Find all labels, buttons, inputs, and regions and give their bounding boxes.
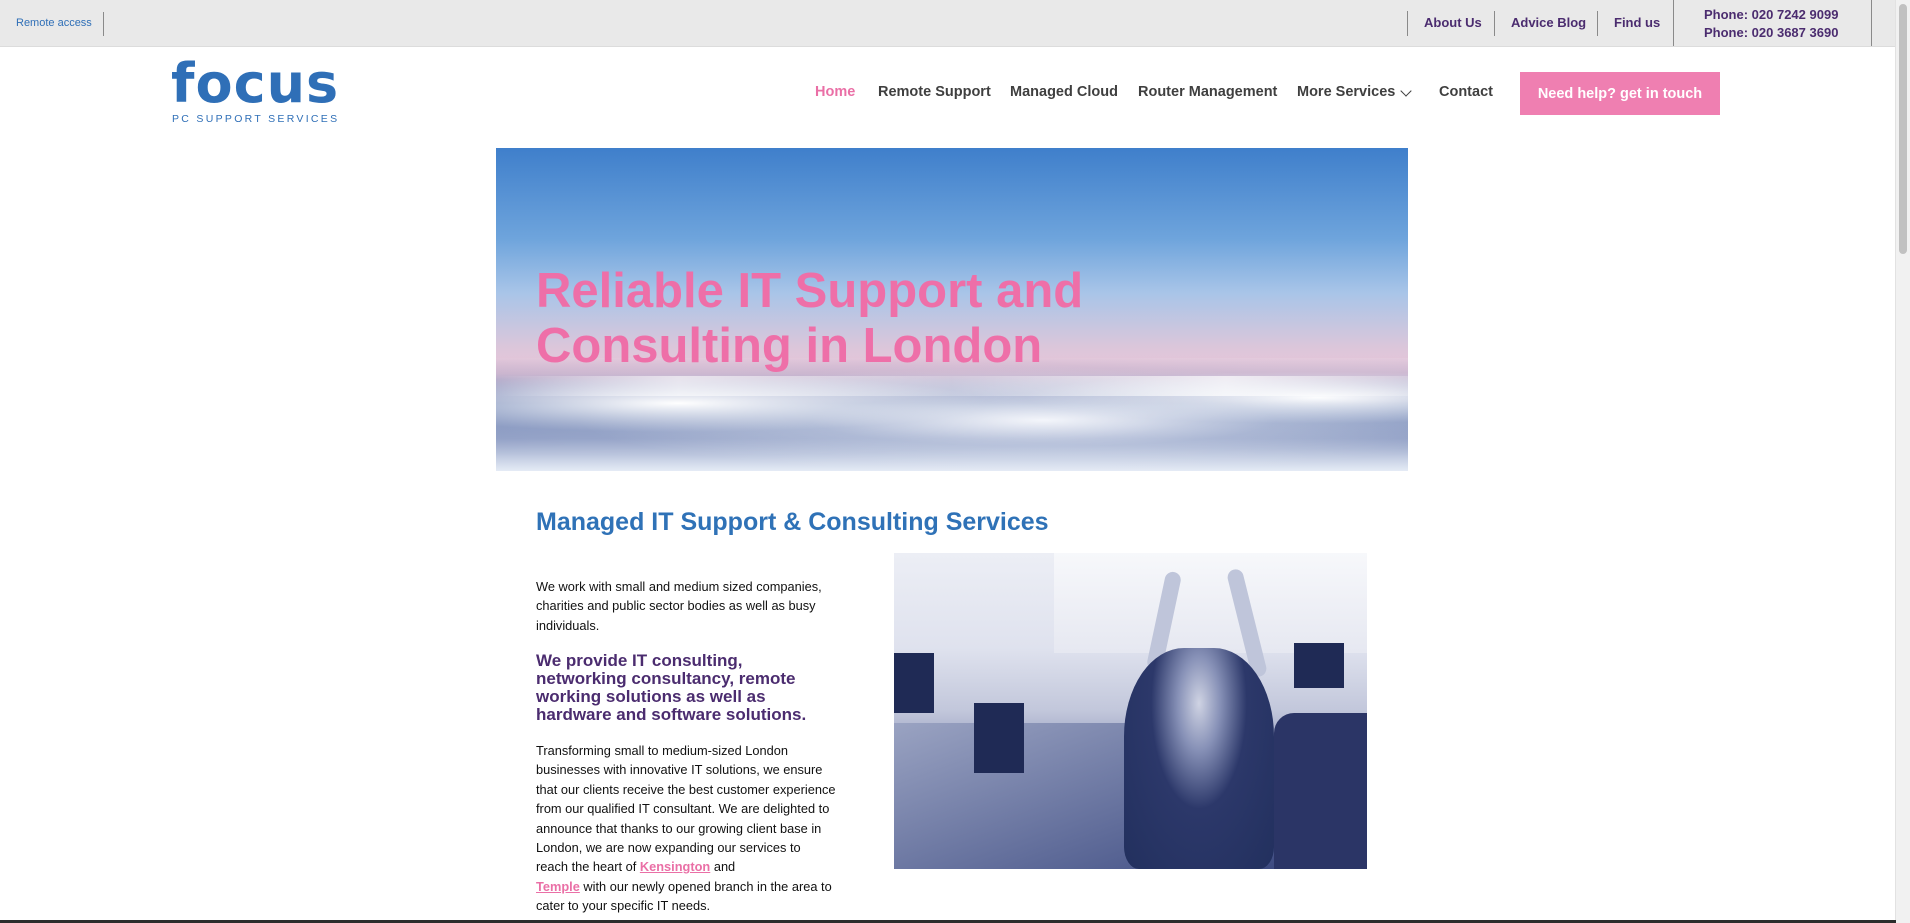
hero-clouds-image	[496, 358, 1408, 471]
logo-wordmark: focus	[171, 52, 340, 115]
divider	[1494, 11, 1495, 36]
photo-monitor	[974, 703, 1024, 773]
hero-banner: Reliable IT Support and Consulting in Lo…	[496, 148, 1408, 471]
photo-desks	[894, 723, 1154, 869]
nav-managed-cloud[interactable]: Managed Cloud	[1010, 84, 1118, 100]
office-photo	[894, 553, 1367, 869]
photo-chair	[1274, 713, 1367, 869]
body-text-start: Transforming small to medium-sized Londo…	[536, 743, 836, 875]
nav-more-services[interactable]: More Services	[1297, 84, 1395, 100]
divider	[103, 12, 104, 36]
nav-remote-support[interactable]: Remote Support	[878, 84, 991, 100]
remote-access-link[interactable]: Remote access	[16, 17, 92, 29]
nav-contact[interactable]: Contact	[1439, 84, 1493, 100]
body-text-end: with our newly opened branch in the area…	[536, 878, 832, 914]
nav-home[interactable]: Home	[815, 84, 855, 100]
top-nav-about-us[interactable]: About Us	[1424, 15, 1482, 30]
get-in-touch-button[interactable]: Need help? get in touch	[1520, 72, 1720, 115]
top-nav-advice-blog[interactable]: Advice Blog	[1511, 15, 1586, 30]
photo-monitor	[1294, 643, 1344, 688]
hero-heading-line-1: Reliable IT Support and	[536, 264, 1084, 318]
phone-number-1[interactable]: Phone: 020 7242 9099	[1704, 6, 1838, 24]
body-text-and: and	[710, 859, 736, 875]
photo-monitor	[894, 653, 934, 713]
divider	[1597, 11, 1598, 36]
body-paragraph: Transforming small to medium-sized Londo…	[536, 741, 836, 916]
section-title: Managed IT Support & Consulting Services	[536, 508, 1049, 536]
chevron-down-icon[interactable]	[1400, 85, 1412, 97]
divider	[1407, 11, 1408, 36]
hero-heading: Reliable IT Support and Consulting in Lo…	[536, 264, 1236, 374]
top-nav-find-us[interactable]: Find us	[1614, 15, 1660, 30]
photo-window	[1054, 553, 1367, 653]
photo-person	[1124, 648, 1274, 869]
top-utility-bar: Remote access About Us Advice Blog Find …	[0, 0, 1910, 47]
temple-link[interactable]: Temple	[536, 879, 580, 894]
focus-logo[interactable]: focus PC SUPPORT SERVICES	[171, 52, 340, 126]
hero-cloud-ridge	[496, 376, 1408, 396]
phone-numbers: Phone: 020 7242 9099 Phone: 020 3687 369…	[1704, 6, 1838, 42]
divider	[1673, 0, 1674, 46]
phone-number-2[interactable]: Phone: 020 3687 3690	[1704, 24, 1838, 42]
kensington-link[interactable]: Kensington	[640, 859, 710, 874]
page-scrollbar[interactable]	[1895, 0, 1910, 923]
divider	[1871, 0, 1872, 46]
logo-tagline: PC SUPPORT SERVICES	[172, 113, 340, 125]
lead-statement: We provide IT consulting, networking con…	[536, 651, 807, 724]
intro-paragraph: We work with small and medium sized comp…	[536, 579, 822, 633]
scrollbar-thumb[interactable]	[1899, 4, 1907, 254]
nav-router-management[interactable]: Router Management	[1138, 84, 1277, 100]
hero-heading-line-2: Consulting in London	[536, 319, 1043, 373]
